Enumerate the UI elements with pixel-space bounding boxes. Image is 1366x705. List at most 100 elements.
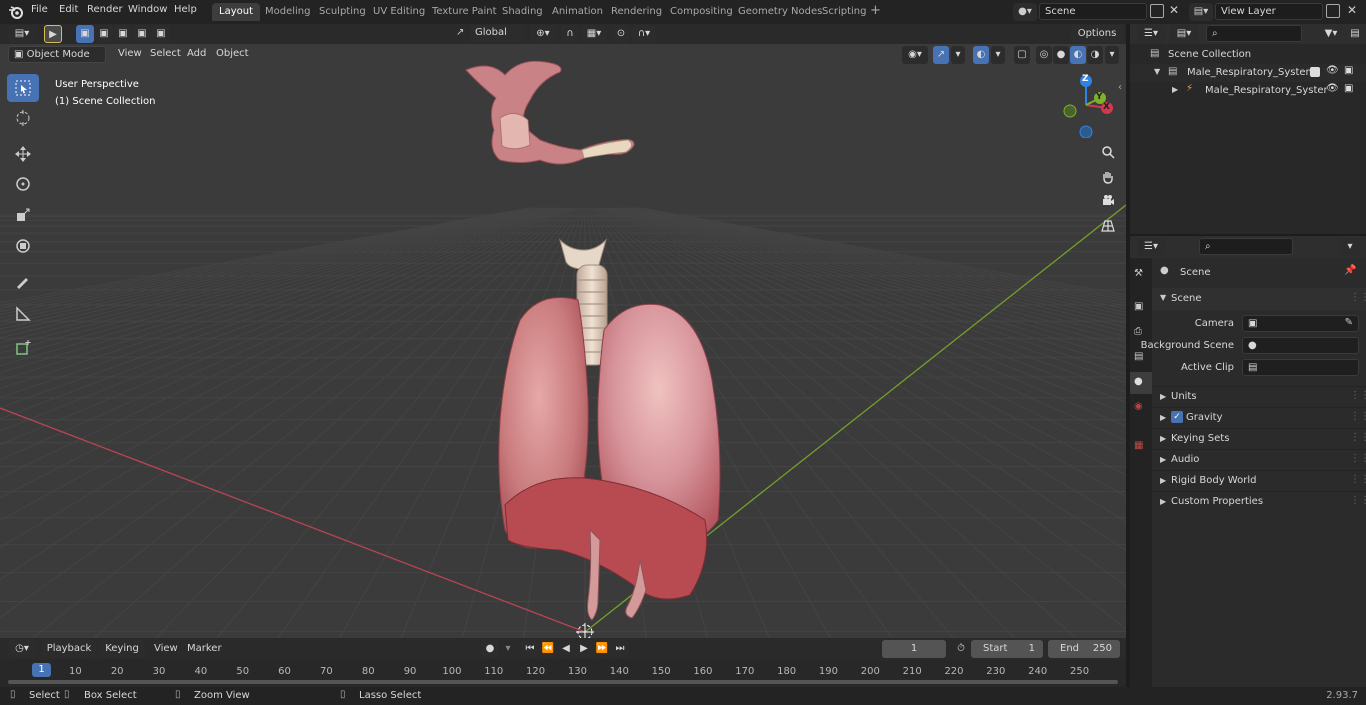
eyedropper-icon[interactable]: ✎ [1345,317,1353,328]
select-mode-intersect-icon[interactable]: ▣ [152,25,170,43]
navigation-gizmo[interactable]: Z Y X [1055,72,1120,139]
properties-options-icon[interactable]: ▾ [1340,238,1360,256]
proportional-edit-icon[interactable]: ⊙ [612,25,630,43]
visibility-eye-icon[interactable]: 👁 [1326,65,1339,76]
expand-icon[interactable]: ▶ [1160,392,1166,401]
render-tab-icon[interactable]: ▣ [1134,301,1143,312]
tab-texture-paint[interactable]: Texture Paint [425,3,504,21]
tab-shading[interactable]: Shading [495,3,550,21]
scene-panel-header[interactable]: ▼ Scene ⋮⋮ [1152,288,1366,310]
transform-orientation-dropdown[interactable]: Global [470,25,524,42]
rendered-shading-icon[interactable]: ◑ [1087,46,1103,64]
object-visibility-eye-icon[interactable]: 👁 [1326,83,1339,94]
auto-keying-dropdown-icon[interactable]: ▾ [501,640,515,658]
measure-tool-icon[interactable] [7,300,39,328]
start-frame-field[interactable]: Start 1 [971,640,1043,658]
object-render-camera-icon[interactable]: ▣ [1344,83,1353,94]
tab-layout[interactable]: Layout [212,3,260,21]
new-view-layer-icon[interactable] [1326,4,1340,18]
scene-tab-icon[interactable]: ● [1130,372,1152,394]
render-camera-icon[interactable]: ▣ [1344,65,1353,76]
gravity-checkbox[interactable]: ✓ [1171,411,1183,423]
menu-select[interactable]: Select [150,48,181,59]
expand-icon[interactable]: ▶ [1160,476,1166,485]
pivot-point-icon[interactable]: ⊕▾ [530,25,556,43]
material-shading-icon[interactable]: ◐ [1070,46,1086,64]
transform-tool-icon[interactable] [7,232,39,260]
falloff-icon[interactable]: ∩▾ [632,25,656,43]
sidebar-toggle-icon[interactable]: ‹ [1118,82,1122,93]
timeline-view-menu[interactable]: View [154,643,178,654]
add-cube-tool-icon[interactable] [7,334,39,362]
jump-start-icon[interactable]: ⏮ [521,640,539,658]
field-input[interactable]: ▤ [1242,359,1359,376]
jump-end-icon[interactable]: ⏭ [611,640,629,658]
drag-handle-icon[interactable]: ⋮⋮ [1350,390,1366,401]
pan-hand-icon[interactable] [1097,166,1119,188]
output-tab-icon[interactable]: ⎙ [1134,326,1142,337]
new-collection-icon[interactable]: ▤ [1347,25,1363,43]
subpanel-custom-properties[interactable]: ▶ Custom Properties ⋮⋮ [1152,491,1366,511]
tweak-select-icon[interactable] [7,74,39,102]
expand-icon[interactable]: ▶ [1172,85,1178,94]
tab-animation[interactable]: Animation [545,3,610,21]
view-layer-tab-icon[interactable]: ▤ [1134,351,1143,362]
snap-toggle-icon[interactable]: ∩ [561,25,579,43]
options-dropdown[interactable]: Options [1071,25,1123,43]
prev-keyframe-icon[interactable]: ⏪ [539,640,557,658]
camera-view-icon[interactable] [1097,190,1119,212]
playback-menu[interactable]: Playback [42,640,96,658]
collection-exclude-checkbox[interactable] [1310,67,1320,77]
end-frame-field[interactable]: End 250 [1048,640,1120,658]
subpanel-units[interactable]: ▶ Units ⋮⋮ [1152,386,1366,406]
drag-handle-icon[interactable]: ⋮⋮ [1350,453,1366,464]
menu-add[interactable]: Add [187,48,206,59]
expand-icon[interactable]: ▶ [1160,413,1166,422]
remove-view-layer-icon[interactable]: ✕ [1347,3,1357,17]
outliner-search-input[interactable]: ⌕ [1206,25,1302,42]
expand-icon[interactable]: ▶ [1160,497,1166,506]
wireframe-shading-icon[interactable]: ◎ [1036,46,1052,64]
expand-icon[interactable]: ▶ [1160,434,1166,443]
subpanel-rigid-body-world[interactable]: ▶ Rigid Body World ⋮⋮ [1152,470,1366,490]
play-reverse-icon[interactable]: ◀ [557,640,575,658]
preview-range-icon[interactable]: ⏱ [953,640,969,658]
tab-sculpting[interactable]: Sculpting [312,3,373,21]
3d-viewport[interactable]: User Perspective (1) Scene Collection [0,44,1126,638]
menu-view[interactable]: View [118,48,142,59]
move-tool-icon[interactable] [7,140,39,168]
auto-keying-icon[interactable]: ● [481,640,499,658]
texture-tab-icon[interactable]: ▦ [1134,440,1143,451]
drag-handle-icon[interactable]: ⋮⋮ [1350,432,1366,443]
visibility-filter-icon[interactable]: ◉▾ [902,46,928,64]
show-overlays-icon[interactable]: ◐ [973,46,989,64]
menu-help[interactable]: Help [174,4,197,15]
shading-dropdown-icon[interactable]: ▾ [1105,46,1119,64]
annotate-tool-icon[interactable] [7,268,39,296]
blender-logo-icon[interactable] [8,4,24,23]
menu-file[interactable]: File [31,4,48,15]
tab-modeling[interactable]: Modeling [258,3,318,21]
timeline-editor-type-icon[interactable]: ◷▾ [8,640,36,658]
select-mode-invert-icon[interactable]: ▣ [133,25,151,43]
scene-selector[interactable]: Scene [1039,3,1147,20]
select-tool-icon[interactable]: ▶ [44,25,62,43]
display-mode-icon[interactable]: ▤▾ [1170,25,1198,43]
zoom-icon[interactable] [1097,141,1119,163]
view-layer-browse-icon[interactable]: ▤▾ [1189,3,1213,21]
perspective-toggle-icon[interactable] [1097,215,1119,237]
tool-tab-icon[interactable]: ⚒ [1134,268,1143,279]
subpanel-audio[interactable]: ▶ Audio ⋮⋮ [1152,449,1366,469]
subpanel-keying-sets[interactable]: ▶ Keying Sets ⋮⋮ [1152,428,1366,448]
solid-shading-icon[interactable]: ● [1053,46,1069,64]
pin-icon[interactable]: 📌 [1344,265,1356,276]
tab-rendering[interactable]: Rendering [604,3,669,21]
gizmo-dropdown-icon[interactable]: ▾ [951,46,965,64]
drag-handle-icon[interactable]: ⋮⋮ [1350,474,1366,485]
collapse-icon[interactable]: ▼ [1154,67,1160,76]
scale-tool-icon[interactable] [7,201,39,229]
tab-scripting[interactable]: Scripting [815,3,873,21]
field-input[interactable]: ● [1242,337,1359,354]
menu-window[interactable]: Window [128,4,167,15]
playhead[interactable]: 1 [32,663,51,677]
